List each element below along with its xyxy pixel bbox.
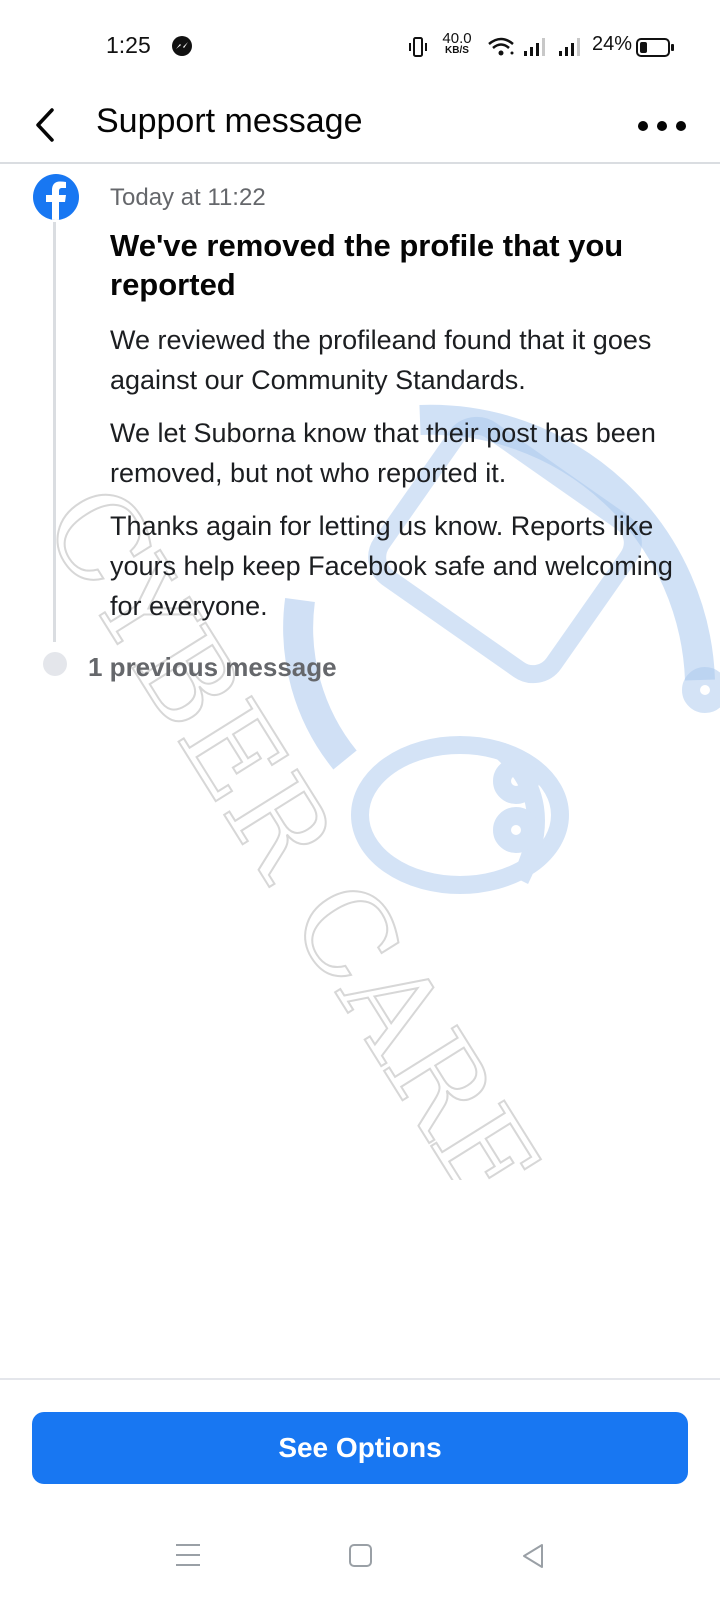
message-paragraph: We reviewed the profileand found that it… xyxy=(110,325,652,395)
message-paragraph: We let Suborna know that their post has … xyxy=(110,418,656,488)
more-dot xyxy=(657,121,667,131)
message-timestamp: Today at 11:22 xyxy=(110,184,266,211)
footer-divider xyxy=(0,1378,720,1380)
wifi-icon xyxy=(488,37,514,56)
messenger-icon xyxy=(172,36,192,56)
battery-percent: 24% xyxy=(592,33,633,55)
page-title: Support message xyxy=(96,102,363,140)
app-header: Support message xyxy=(0,92,720,164)
signal-icon xyxy=(559,38,580,56)
vibrate-icon xyxy=(409,37,427,57)
signal-icon xyxy=(524,38,545,56)
back-triangle-icon[interactable] xyxy=(520,1542,546,1570)
system-nav-bar xyxy=(0,1530,720,1590)
facebook-icon xyxy=(33,174,79,220)
thread-dot xyxy=(43,652,67,676)
status-time: 1:25 xyxy=(106,32,151,58)
network-speed-unit: KB/S xyxy=(445,45,469,56)
chevron-left-icon[interactable] xyxy=(28,100,68,150)
battery-icon xyxy=(636,38,674,57)
more-dot xyxy=(638,121,648,131)
home-icon[interactable] xyxy=(349,1544,372,1567)
menu-icon[interactable] xyxy=(176,1542,200,1568)
status-bar: 1:25 40.0 KB/S 24% xyxy=(0,0,720,92)
cyber-care-watermark: CYBER CARE xyxy=(15,404,720,1180)
more-dot xyxy=(676,121,686,131)
see-options-button[interactable]: See Options xyxy=(32,1412,688,1484)
network-speed-value: 40.0 xyxy=(442,30,472,47)
more-options-button[interactable] xyxy=(636,110,688,140)
thread-line xyxy=(53,222,56,642)
message-paragraph: Thanks again for letting us know. Report… xyxy=(110,511,673,621)
network-speed: 40.0 KB/S xyxy=(439,31,475,56)
previous-messages-link[interactable]: 1 previous message xyxy=(88,652,337,683)
message-title: We've removed the profile that you repor… xyxy=(110,228,624,302)
